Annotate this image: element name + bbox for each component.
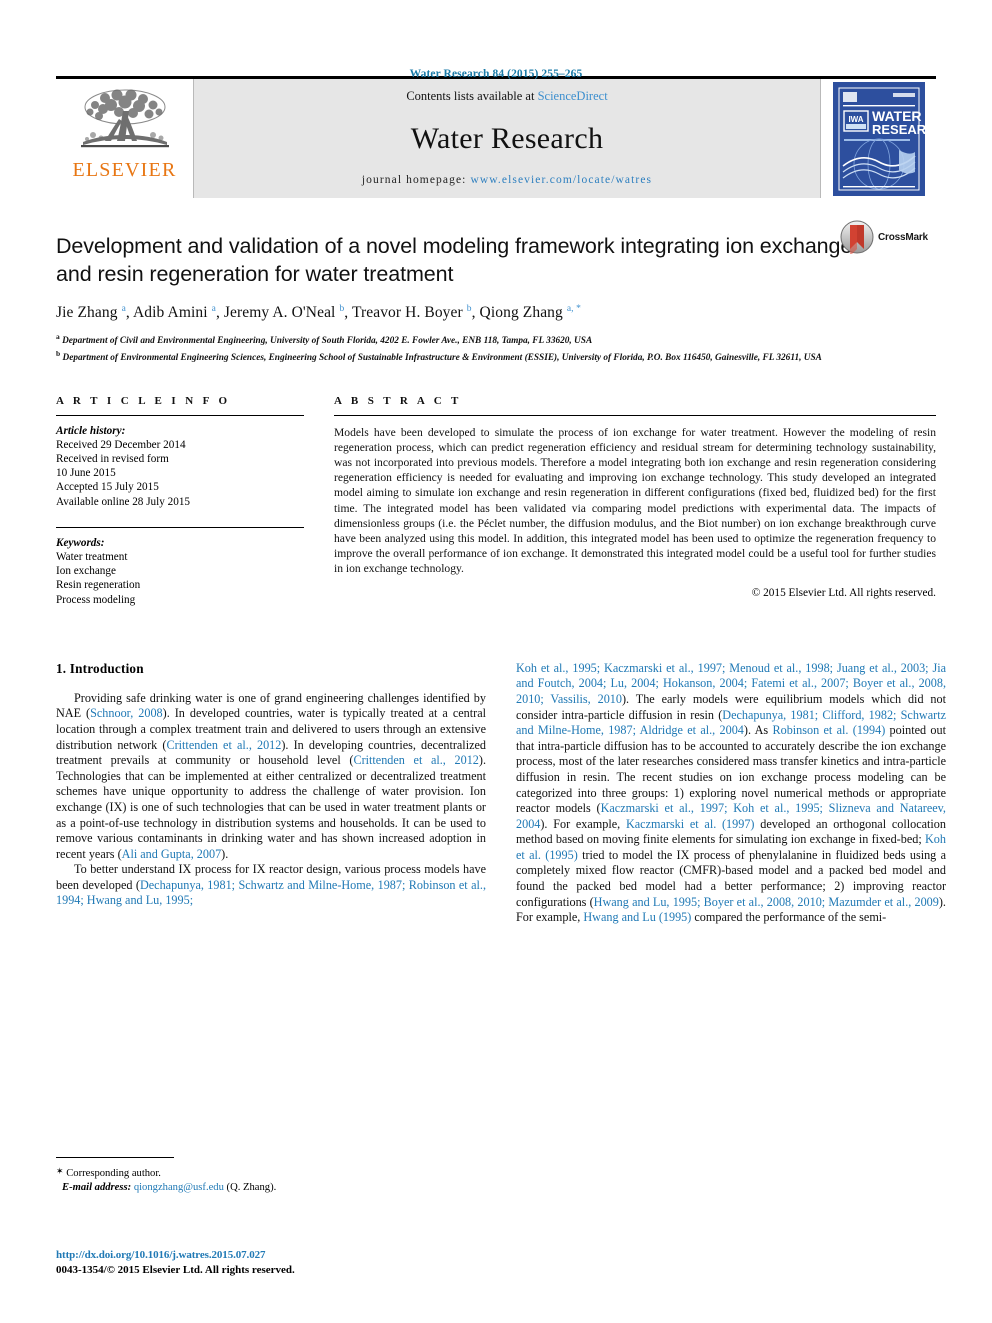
crossmark-icon [840, 220, 874, 254]
crossmark-badge[interactable]: CrossMark [840, 220, 936, 254]
author-affil-marker: b [466, 304, 472, 314]
running-head: Water Research 84 (2015) 255–265 [409, 68, 583, 80]
contents-available-line: Contents lists available at ScienceDirec… [406, 89, 607, 104]
citation-link[interactable]: Hwang and Lu (1995) [583, 910, 691, 924]
author-affil-marker: a [121, 304, 126, 314]
journal-title: Water Research [410, 122, 604, 155]
abstract-copyright: © 2015 Elsevier Ltd. All rights reserved… [751, 586, 936, 599]
affiliation-a: a Department of Civil and Environmental … [56, 332, 593, 347]
affiliation-b: b Department of Environmental Engineerin… [56, 348, 822, 363]
history-label: Article history: [56, 424, 126, 437]
journal-homepage-line: journal homepage: www.elsevier.com/locat… [362, 174, 652, 186]
journal-cover-block: IWA WATER RESEARCH [820, 79, 936, 198]
history-item: Received 29 December 2014 [56, 438, 186, 451]
affiliation-b-text: Department of Environmental Engineering … [62, 352, 822, 363]
svg-text:RESEARCH: RESEARCH [872, 122, 925, 137]
history-item: Accepted 15 July 2015 [56, 481, 159, 494]
svg-text:IWA: IWA [848, 115, 863, 124]
paragraph-text: ). [221, 846, 229, 861]
paragraph-text: compared the performance of the semi- [691, 910, 887, 925]
issn-copyright: 0043-1354/© 2015 Elsevier Ltd. All right… [56, 1263, 295, 1276]
history-item: 10 June 2015 [56, 467, 116, 480]
homepage-link[interactable]: www.elsevier.com/locate/watres [470, 174, 652, 186]
title-block: CrossMark Development and validation of … [56, 198, 936, 365]
citation-link[interactable]: Robinson et al. (1994) [772, 723, 885, 737]
asterisk-icon: ✶ [56, 1166, 64, 1176]
affiliations: a Department of Civil and Environmental … [56, 331, 936, 364]
publisher-logo-block: ELSEVIER [56, 79, 194, 198]
journal-banner-center: Contents lists available at ScienceDirec… [194, 79, 820, 198]
author-affil-marker: a, * [566, 304, 581, 314]
journal-cover-icon: IWA WATER RESEARCH [832, 81, 925, 196]
citation-link[interactable]: Schnoor, 2008 [90, 706, 163, 720]
paragraph: To better understand IX process for IX r… [56, 862, 486, 909]
paragraph: Providing safe drinking water is one of … [56, 691, 486, 863]
crossmark-label: CrossMark [878, 231, 928, 243]
paper-page: Water Research 84 (2015) 255–265 ELSEVIE… [0, 0, 992, 1323]
corresponding-author-text: Corresponding author. [66, 1168, 161, 1179]
history-item: Received in revised form [56, 452, 169, 465]
introduction-region: 1. Introduction Providing safe drinking … [56, 661, 946, 926]
email-owner: (Q. Zhang). [226, 1182, 277, 1193]
abstract-text: Models have been developed to simulate t… [334, 425, 936, 576]
keyword-item: Ion exchange [56, 565, 116, 578]
page-footer: http://dx.doi.org/10.1016/j.watres.2015.… [56, 1248, 576, 1277]
article-history-block: Article history: Received 29 December 20… [56, 416, 304, 509]
footnote-corresponding: ✶ Corresponding author. [56, 1164, 486, 1181]
body-column-left: 1. Introduction Providing safe drinking … [56, 661, 486, 926]
email-link[interactable]: qiongzhang@usf.edu [134, 1182, 224, 1193]
history-item: Available online 28 July 2015 [56, 495, 191, 508]
keyword-item: Process modeling [56, 593, 136, 606]
homepage-label: journal homepage: [361, 174, 471, 186]
author-affil-marker: b [339, 304, 345, 314]
paragraph-text: ). As [743, 723, 773, 738]
paragraph: Koh et al., 1995; Kaczmarski et al., 199… [516, 661, 946, 926]
abstract-column: A B S T R A C T Models have been develop… [334, 395, 936, 607]
elsevier-wordmark: ELSEVIER [72, 159, 177, 181]
author-affil-marker: a [211, 304, 216, 314]
footnote-divider [56, 1157, 174, 1158]
article-info-column: A R T I C L E I N F O Article history: R… [56, 395, 304, 607]
elsevier-tree-icon [80, 89, 169, 148]
paragraph-text: ). Technologies that can be implemented … [56, 753, 486, 861]
keyword-item: Water treatment [56, 550, 128, 563]
citation-link[interactable]: Crittenden et al., 2012 [353, 753, 478, 767]
footnote-email: E-mail address: qiongzhang@usf.edu (Q. Z… [56, 1181, 486, 1195]
author-list: Jie Zhang a, Adib Amini a, Jeremy A. O'N… [56, 304, 581, 322]
journal-banner: ELSEVIER Contents lists available at Sci… [56, 76, 936, 198]
keyword-item: Resin regeneration [56, 579, 141, 592]
body-column-right: Koh et al., 1995; Kaczmarski et al., 199… [516, 661, 946, 926]
doi-link[interactable]: http://dx.doi.org/10.1016/j.watres.2015.… [56, 1248, 576, 1263]
citation-link[interactable]: Ali and Gupta, 2007 [122, 847, 222, 861]
page-title: Development and validation of a novel mo… [56, 234, 853, 286]
abstract-heading: A B S T R A C T [334, 394, 462, 407]
section-heading-introduction: 1. Introduction [56, 660, 144, 676]
citation-link[interactable]: Kaczmarski et al. (1997) [626, 817, 755, 831]
sciencedirect-link[interactable]: ScienceDirect [538, 89, 608, 103]
article-info-heading: A R T I C L E I N F O [56, 394, 231, 407]
keywords-label: Keywords: [56, 536, 105, 549]
corresponding-author-footnote: ✶ Corresponding author. E-mail address: … [56, 1157, 486, 1195]
contents-prefix: Contents lists available at [406, 89, 538, 103]
email-label: E-mail address: [62, 1182, 132, 1193]
paragraph-text: ). For example, [540, 816, 626, 831]
affiliation-a-text: Department of Civil and Environmental En… [62, 336, 593, 347]
citation-link[interactable]: Hwang and Lu, 1995; Boyer et al., 2008, … [594, 895, 939, 909]
info-abstract-region: A R T I C L E I N F O Article history: R… [56, 395, 936, 607]
keywords-block: Keywords: Water treatment Ion exchange R… [56, 519, 304, 607]
citation-link[interactable]: Crittenden et al., 2012 [166, 738, 281, 752]
